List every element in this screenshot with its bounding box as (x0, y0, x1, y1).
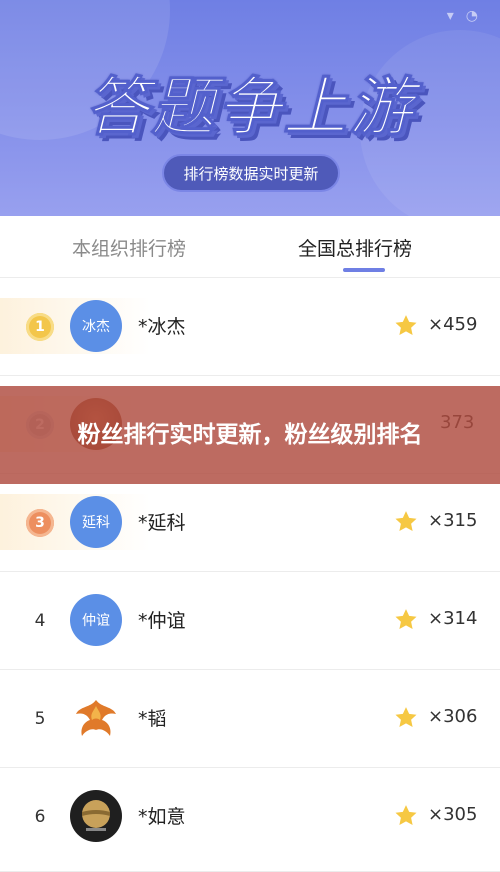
list-item[interactable]: 1 冰杰 *冰杰 ×459 (0, 278, 500, 376)
page-title: 答题争上游 (85, 71, 415, 146)
score: ×314 (428, 608, 478, 629)
avatar: 仲谊 (70, 594, 122, 646)
avatar: 延科 (70, 496, 122, 548)
rank-badge-gold: 1 (26, 313, 54, 341)
score: ×315 (428, 510, 478, 531)
score: ×306 (428, 706, 478, 727)
user-name: *延科 (138, 512, 186, 534)
rank-number: 4 (34, 611, 46, 631)
update-badge: 排行榜数据实时更新 (162, 154, 340, 192)
user-name: *仲谊 (138, 610, 186, 632)
hero-banner: ▾ ◔ 答题争上游 排行榜数据实时更新 (0, 0, 500, 216)
score: ×459 (428, 314, 478, 335)
list-item[interactable]: 4 仲谊 *仲谊 ×314 (0, 572, 500, 670)
user-name: *韬 (138, 708, 167, 730)
score: ×305 (428, 804, 478, 825)
rank-badge-bronze: 3 (26, 509, 54, 537)
star-icon (395, 707, 417, 727)
tab-bar: 本组织排行榜 全国总排行榜 (0, 216, 500, 278)
tab-organization-ranking[interactable]: 本组织排行榜 (72, 234, 186, 261)
avatar: 冰杰 (70, 300, 122, 352)
active-tab-indicator (343, 268, 385, 272)
tab-national-ranking[interactable]: 全国总排行榜 (298, 234, 412, 261)
caption-text: 粉丝排行实时更新，粉丝级别排名 (77, 422, 423, 448)
list-item[interactable]: 5 *韬 ×306 (0, 670, 500, 768)
user-name: *冰杰 (138, 316, 186, 338)
phoenix-icon (76, 700, 116, 736)
star-icon (395, 315, 417, 335)
phoenix-avatar (70, 692, 122, 744)
planet-icon (82, 800, 110, 831)
list-item[interactable]: 3 延科 *延科 ×315 (0, 474, 500, 572)
star-icon (395, 609, 417, 629)
list-item[interactable]: 6 *如意 ×305 (0, 768, 500, 872)
signal-icon: ▾ (446, 8, 454, 24)
user-name: *如意 (138, 806, 186, 828)
star-icon (395, 805, 417, 825)
rank-number: 5 (34, 709, 46, 729)
rank-number: 6 (34, 807, 46, 827)
caption-overlay: 粉丝排行实时更新，粉丝级别排名 (0, 386, 500, 484)
star-icon (395, 511, 417, 531)
wifi-icon: ◔ (465, 8, 478, 24)
status-icons: ▾ ◔ (447, 8, 478, 24)
dark-avatar (70, 790, 122, 842)
